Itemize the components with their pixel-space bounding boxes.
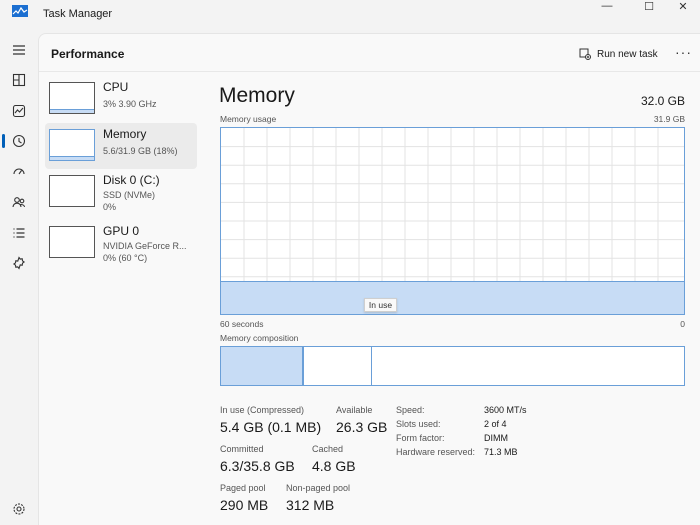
nav-services[interactable] bbox=[8, 252, 30, 274]
memory-usage-fill bbox=[221, 280, 684, 314]
side-item-name: CPU bbox=[103, 80, 129, 94]
nav-app-history[interactable] bbox=[8, 130, 30, 152]
available-label: Available bbox=[336, 405, 373, 415]
side-item-detail: NVIDIA GeForce R... bbox=[103, 241, 187, 251]
users-icon bbox=[12, 197, 26, 208]
memory-usage-graph: In use bbox=[220, 127, 685, 315]
nav-processes[interactable] bbox=[8, 69, 30, 91]
run-new-task-label: Run new task bbox=[597, 48, 658, 60]
side-item-detail-2: 0% bbox=[103, 202, 117, 212]
hamburger-button[interactable] bbox=[8, 39, 30, 61]
paged-pool-value: 290 MB bbox=[220, 497, 269, 513]
details-icon bbox=[13, 228, 25, 238]
memory-composition-label: Memory composition bbox=[220, 333, 299, 343]
performance-icon bbox=[12, 104, 26, 118]
cached-value: 4.8 GB bbox=[312, 458, 356, 474]
composition-modified[interactable] bbox=[304, 347, 373, 385]
side-item-name: GPU 0 bbox=[103, 224, 140, 238]
nav-users[interactable] bbox=[8, 191, 30, 213]
side-item-memory[interactable]: Memory 5.6/31.9 GB (18%) bbox=[45, 123, 197, 169]
hamburger-icon bbox=[13, 45, 25, 55]
app-title: Task Manager bbox=[43, 8, 113, 20]
nav-details[interactable] bbox=[8, 222, 30, 244]
nav-performance[interactable] bbox=[8, 100, 30, 122]
in-use-tooltip: In use bbox=[364, 298, 397, 312]
in-use-value: 5.4 GB (0.1 MB) bbox=[220, 419, 322, 435]
content-panel: Performance Run new task ··· CPU 3% 3.90… bbox=[38, 33, 700, 525]
available-value: 26.3 GB bbox=[336, 419, 388, 435]
navigation-rail bbox=[0, 30, 38, 525]
cpu-thumbnail-fill bbox=[50, 109, 94, 113]
side-item-name: Disk 0 (C:) bbox=[103, 173, 160, 187]
cpu-thumbnail bbox=[49, 82, 95, 114]
memory-total: 32.0 GB bbox=[640, 94, 685, 108]
paged-pool-label: Paged pool bbox=[220, 483, 266, 493]
close-button[interactable]: ✕ bbox=[666, 0, 700, 13]
page-title: Performance bbox=[51, 47, 125, 61]
active-indicator bbox=[2, 134, 5, 148]
maximize-button[interactable]: ☐ bbox=[632, 0, 666, 13]
slots-used-value: 2 of 4 bbox=[484, 419, 507, 429]
hardware-reserved-label: Hardware reserved: bbox=[396, 447, 476, 457]
memory-thumbnail bbox=[49, 129, 95, 161]
non-paged-pool-value: 312 MB bbox=[286, 497, 335, 513]
form-factor-value: DIMM bbox=[484, 433, 508, 443]
form-factor-label: Form factor: bbox=[396, 433, 445, 443]
side-item-disk[interactable]: Disk 0 (C:) SSD (NVMe) 0% bbox=[45, 169, 197, 215]
graph-axis-left: 60 seconds bbox=[220, 319, 264, 329]
side-item-detail: 3% 3.90 GHz bbox=[103, 99, 157, 109]
more-options-button[interactable]: ··· bbox=[675, 44, 692, 60]
nav-startup-apps[interactable] bbox=[8, 160, 30, 182]
side-item-detail-2: 0% (60 °C) bbox=[103, 253, 148, 263]
minimize-button[interactable]: — bbox=[590, 0, 624, 12]
app-history-icon bbox=[12, 134, 26, 148]
page-header: Performance Run new task ··· bbox=[39, 34, 700, 72]
committed-value: 6.3/35.8 GB bbox=[220, 458, 295, 474]
memory-usage-max: 31.9 GB bbox=[653, 114, 685, 124]
speed-value: 3600 MT/s bbox=[484, 405, 527, 415]
processes-icon bbox=[12, 73, 26, 87]
in-use-label: In use (Compressed) bbox=[220, 405, 305, 415]
hardware-reserved-value: 71.3 MB bbox=[484, 447, 518, 457]
run-task-icon bbox=[579, 48, 591, 60]
disk-thumbnail bbox=[49, 175, 95, 207]
slots-used-label: Slots used: bbox=[396, 419, 441, 429]
run-new-task-button[interactable]: Run new task bbox=[579, 45, 658, 63]
side-item-cpu[interactable]: CPU 3% 3.90 GHz bbox=[45, 76, 197, 122]
memory-composition-bar bbox=[220, 346, 685, 386]
side-item-detail: 5.6/31.9 GB (18%) bbox=[103, 146, 178, 156]
services-icon bbox=[12, 256, 26, 270]
speed-label: Speed: bbox=[396, 405, 425, 415]
nav-settings[interactable] bbox=[8, 498, 30, 520]
non-paged-pool-label: Non-paged pool bbox=[286, 483, 351, 493]
title-bar: Task Manager — ☐ ✕ bbox=[0, 0, 700, 30]
memory-usage-label: Memory usage bbox=[220, 114, 277, 124]
composition-in-use[interactable] bbox=[221, 347, 305, 385]
memory-heading: Memory bbox=[219, 84, 295, 107]
side-item-detail: SSD (NVMe) bbox=[103, 190, 156, 200]
cached-label: Cached bbox=[312, 444, 344, 454]
graph-axis-right: 0 bbox=[680, 319, 685, 329]
settings-icon bbox=[13, 503, 25, 515]
side-item-name: Memory bbox=[103, 127, 147, 141]
task-manager-logo-icon bbox=[12, 5, 28, 17]
committed-label: Committed bbox=[220, 444, 264, 454]
gpu-thumbnail bbox=[49, 226, 95, 258]
startup-apps-icon bbox=[13, 168, 25, 175]
side-item-gpu[interactable]: GPU 0 NVIDIA GeForce R... 0% (60 °C) bbox=[45, 220, 197, 266]
memory-thumbnail-fill bbox=[50, 156, 94, 160]
